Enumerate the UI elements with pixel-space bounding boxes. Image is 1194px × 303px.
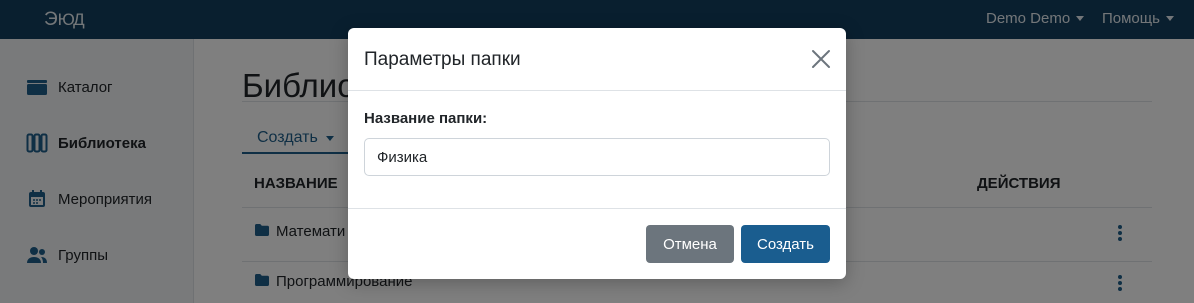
folder-name-label: Название папки: [364,110,488,127]
folder-settings-dialog: Параметры папки Название папки: Отмена С… [348,28,846,279]
cancel-button[interactable]: Отмена [646,225,734,263]
close-icon[interactable] [810,48,832,70]
create-button[interactable]: Создать [741,225,830,263]
folder-name-input[interactable] [364,138,830,176]
dialog-footer-divider [348,208,846,209]
dialog-header-divider [348,90,846,91]
dialog-title: Параметры папки [364,49,521,70]
